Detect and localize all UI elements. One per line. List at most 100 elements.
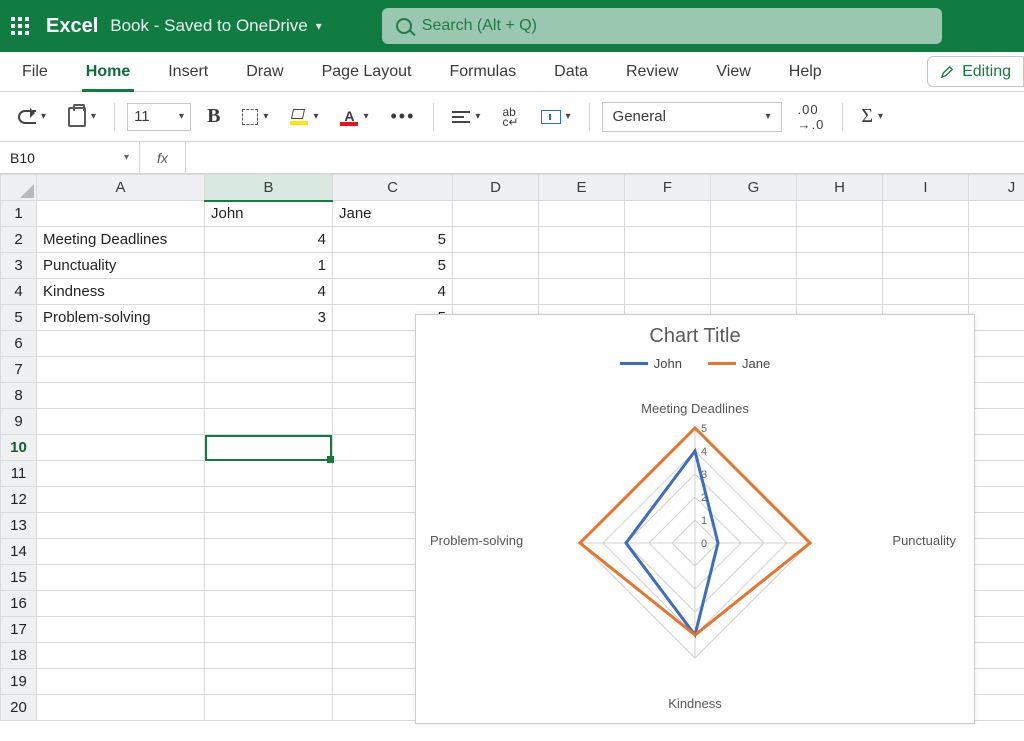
cell-J18[interactable] [969,643,1024,669]
cell-J4[interactable] [969,279,1024,305]
column-header-I[interactable]: I [883,175,969,201]
cell-J6[interactable] [969,331,1024,357]
app-launcher-icon[interactable] [0,17,40,35]
cell-H4[interactable] [797,279,883,305]
cell-A1[interactable] [37,201,205,227]
row-header-15[interactable]: 15 [1,565,37,591]
cell-G4[interactable] [711,279,797,305]
autosum-button[interactable]: Σ▾ [855,101,889,132]
cell-B12[interactable] [205,487,333,513]
cell-F4[interactable] [625,279,711,305]
cell-I2[interactable] [883,227,969,253]
cell-B2[interactable]: 4 [205,227,333,253]
row-header-11[interactable]: 11 [1,461,37,487]
cell-J1[interactable] [969,201,1024,227]
row-header-2[interactable]: 2 [1,227,37,253]
embedded-chart[interactable]: Chart Title John Jane 012345 Meeting Dea… [415,314,975,724]
row-header-14[interactable]: 14 [1,539,37,565]
column-header-E[interactable]: E [539,175,625,201]
select-all-corner[interactable] [1,175,37,201]
cell-A12[interactable] [37,487,205,513]
row-header-3[interactable]: 3 [1,253,37,279]
cell-J8[interactable] [969,383,1024,409]
row-header-9[interactable]: 9 [1,409,37,435]
bold-button[interactable]: B [201,101,226,132]
cell-A14[interactable] [37,539,205,565]
cell-J14[interactable] [969,539,1024,565]
cell-J19[interactable] [969,669,1024,695]
cell-G2[interactable] [711,227,797,253]
cell-J15[interactable] [969,565,1024,591]
cell-B1[interactable]: John [205,201,333,227]
tab-home[interactable]: Home [82,55,134,91]
column-header-G[interactable]: G [711,175,797,201]
row-header-18[interactable]: 18 [1,643,37,669]
cell-J10[interactable] [969,435,1024,461]
cell-B17[interactable] [205,617,333,643]
row-header-8[interactable]: 8 [1,383,37,409]
cell-B3[interactable]: 1 [205,253,333,279]
cell-H2[interactable] [797,227,883,253]
wrap-text-button[interactable]: abc↵ [496,103,524,131]
row-header-16[interactable]: 16 [1,591,37,617]
cell-J9[interactable] [969,409,1024,435]
cell-A3[interactable]: Punctuality [37,253,205,279]
cell-B18[interactable] [205,643,333,669]
cell-I4[interactable] [883,279,969,305]
cell-I3[interactable] [883,253,969,279]
cell-D3[interactable] [453,253,539,279]
cell-A18[interactable] [37,643,205,669]
column-header-D[interactable]: D [453,175,539,201]
cell-A16[interactable] [37,591,205,617]
row-header-7[interactable]: 7 [1,357,37,383]
cell-E4[interactable] [539,279,625,305]
cell-B7[interactable] [205,357,333,383]
column-header-A[interactable]: A [37,175,205,201]
cell-A10[interactable] [37,435,205,461]
tab-view[interactable]: View [712,55,754,91]
fill-color-button[interactable]: ▾ [284,105,324,129]
row-header-17[interactable]: 17 [1,617,37,643]
row-header-10[interactable]: 10 [1,435,37,461]
cell-I1[interactable] [883,201,969,227]
cell-B16[interactable] [205,591,333,617]
cell-B5[interactable]: 3 [205,305,333,331]
row-header-20[interactable]: 20 [1,695,37,721]
cell-A15[interactable] [37,565,205,591]
cell-E2[interactable] [539,227,625,253]
cell-H1[interactable] [797,201,883,227]
cell-J3[interactable] [969,253,1024,279]
cell-J17[interactable] [969,617,1024,643]
row-header-12[interactable]: 12 [1,487,37,513]
cell-D1[interactable] [453,201,539,227]
cell-A9[interactable] [37,409,205,435]
cell-J16[interactable] [969,591,1024,617]
more-font-options[interactable]: ••• [385,102,422,131]
column-header-F[interactable]: F [625,175,711,201]
cell-D4[interactable] [453,279,539,305]
row-header-1[interactable]: 1 [1,201,37,227]
cell-C4[interactable]: 4 [333,279,453,305]
cell-B20[interactable] [205,695,333,721]
column-header-J[interactable]: J [969,175,1024,201]
cell-A6[interactable] [37,331,205,357]
cell-J13[interactable] [969,513,1024,539]
tab-review[interactable]: Review [622,55,682,91]
cell-B8[interactable] [205,383,333,409]
cell-A17[interactable] [37,617,205,643]
cell-A7[interactable] [37,357,205,383]
fx-icon[interactable]: fx [140,142,186,173]
row-header-5[interactable]: 5 [1,305,37,331]
cell-B9[interactable] [205,409,333,435]
tab-insert[interactable]: Insert [164,55,212,91]
document-title[interactable]: Book - Saved to OneDrive ▾ [110,16,322,36]
cell-B14[interactable] [205,539,333,565]
cell-J11[interactable] [969,461,1024,487]
undo-button[interactable]: ▾ [12,106,52,128]
cell-A13[interactable] [37,513,205,539]
cell-A8[interactable] [37,383,205,409]
cell-B15[interactable] [205,565,333,591]
align-button[interactable]: ▾ [446,107,486,127]
cell-G1[interactable] [711,201,797,227]
row-header-19[interactable]: 19 [1,669,37,695]
